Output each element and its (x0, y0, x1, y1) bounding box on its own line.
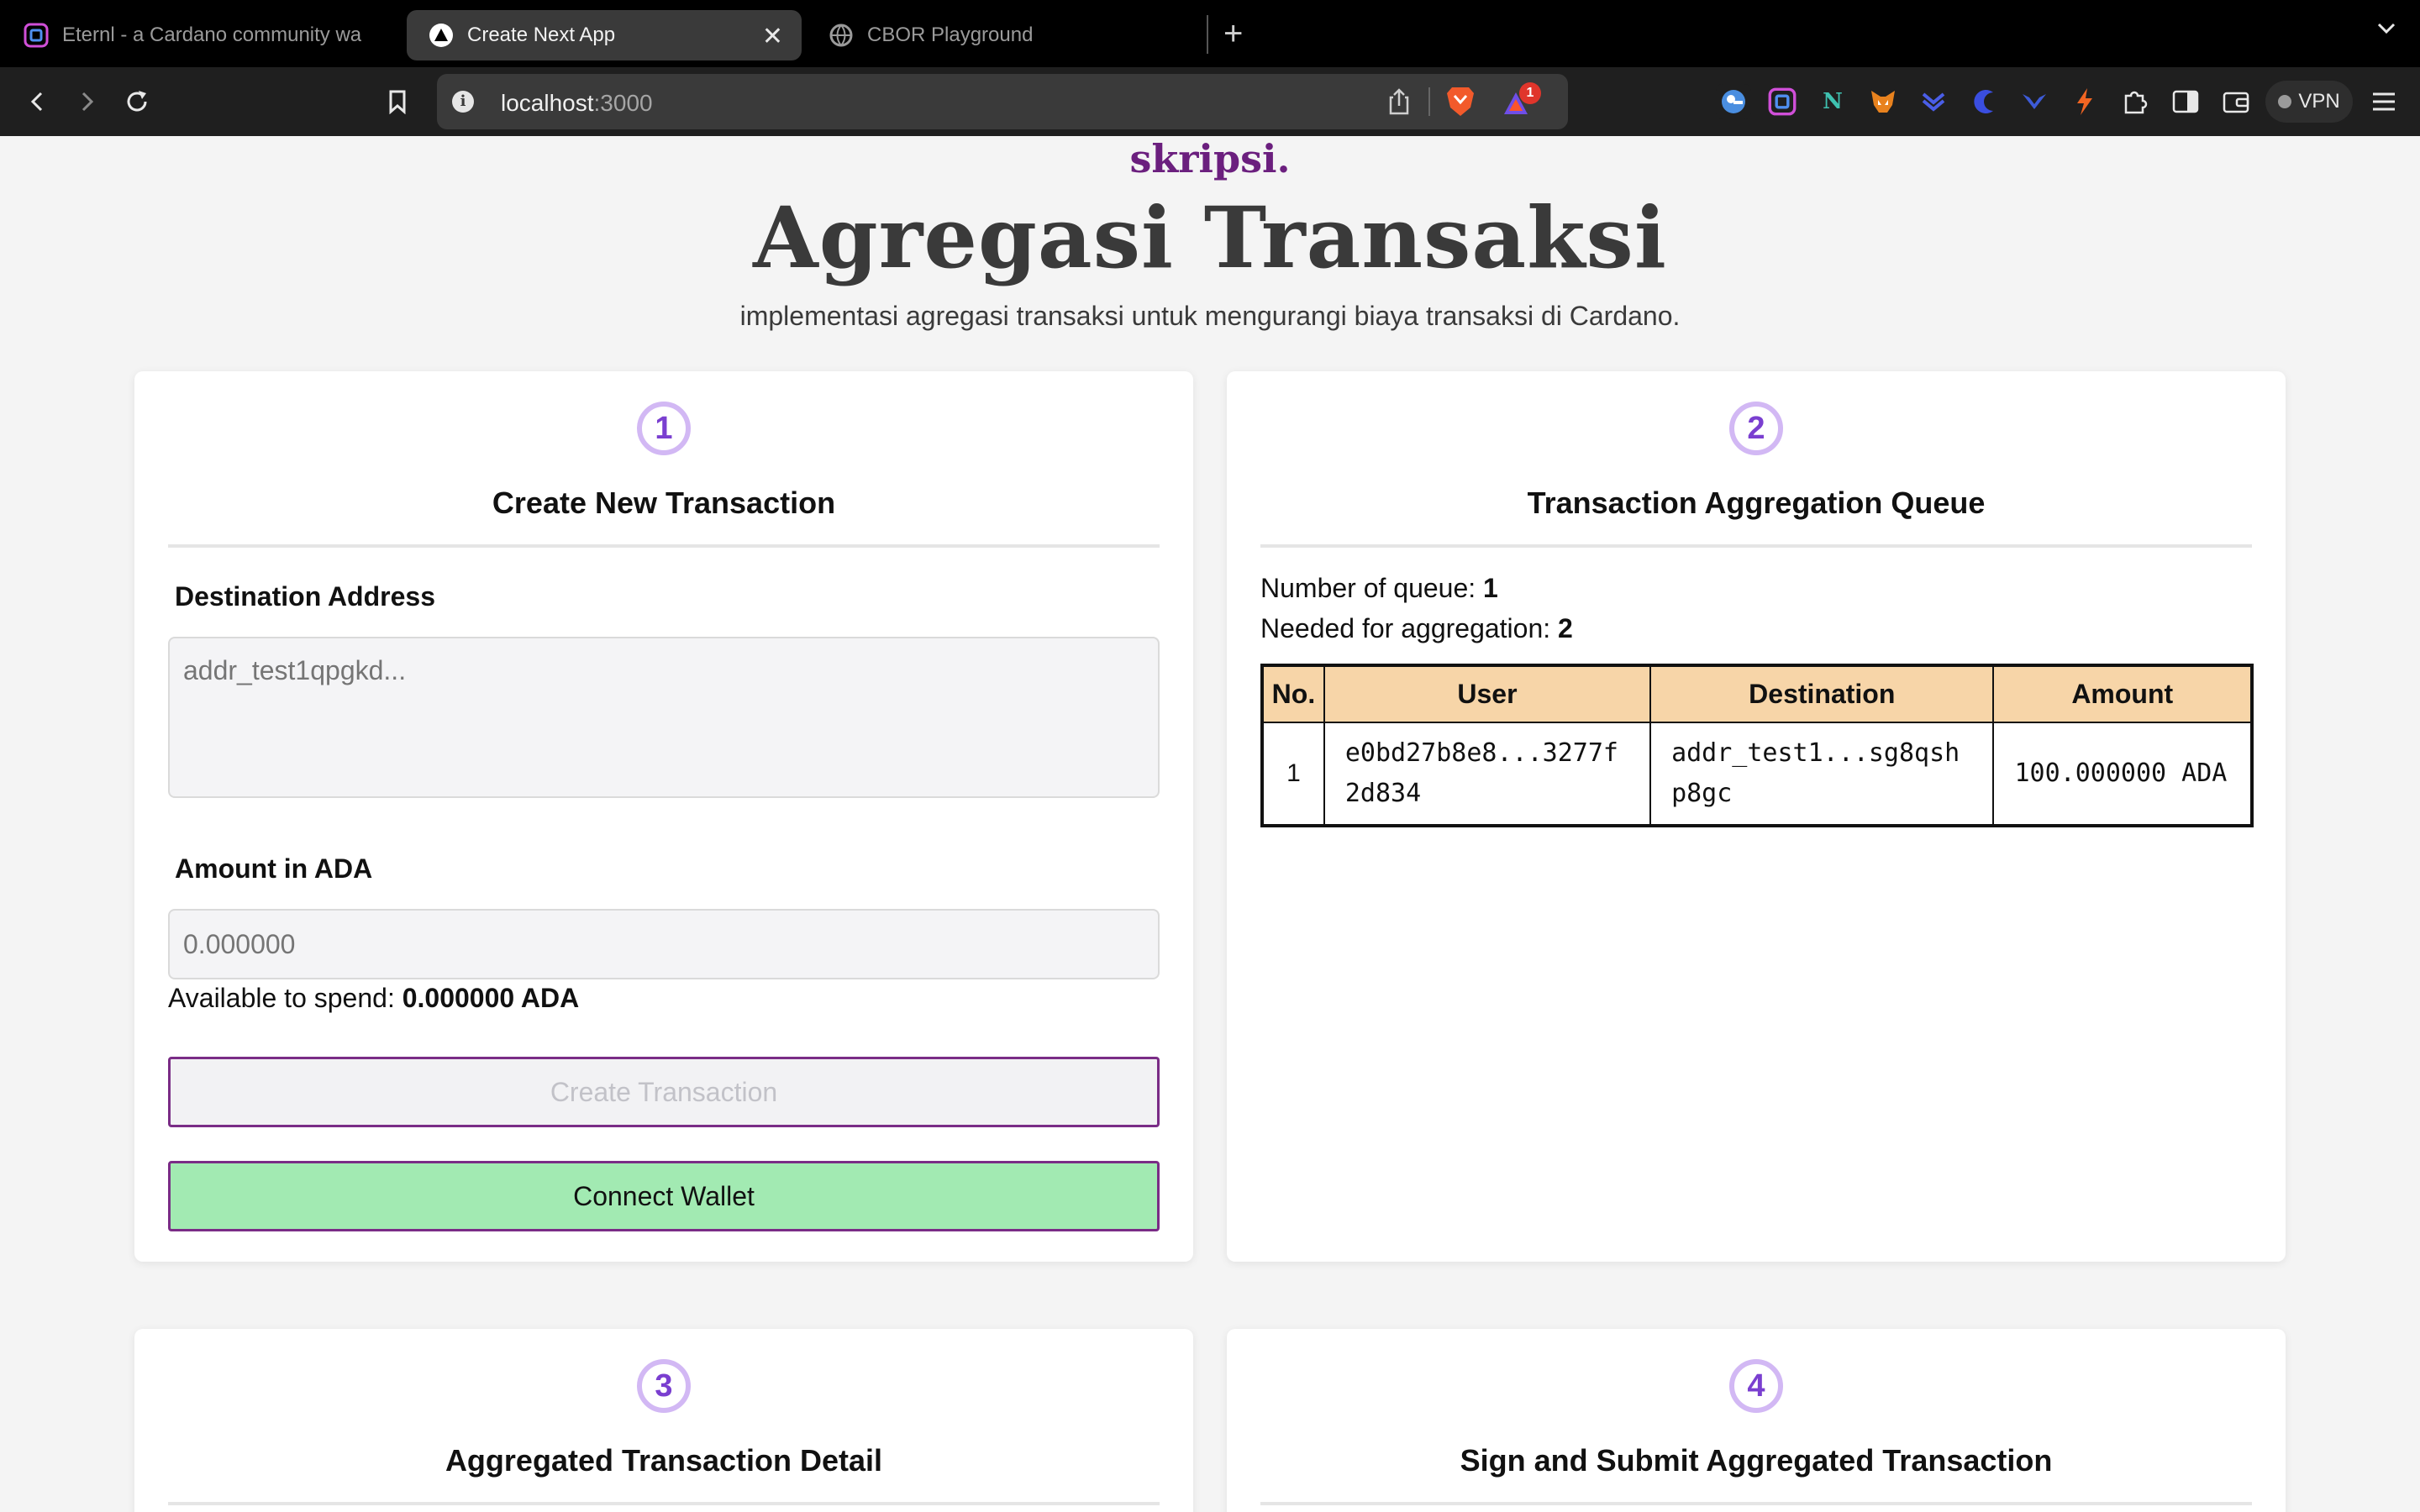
queue-count-value: 1 (1483, 573, 1498, 603)
card-divider (1260, 544, 2252, 548)
column-header-user: User (1323, 664, 1652, 723)
reload-icon[interactable] (118, 82, 156, 121)
back-icon[interactable] (18, 82, 57, 121)
sidebar-toggle-icon[interactable] (2168, 84, 2203, 119)
create-transaction-card: 1 Create New Transaction Destination Add… (134, 371, 1193, 1262)
extensions-puzzle-icon[interactable] (2118, 84, 2153, 119)
queue-count: Number of queue: 1 (1260, 573, 1498, 604)
destination-address-label: Destination Address (175, 581, 435, 612)
close-tab-icon[interactable]: ✕ (762, 22, 783, 51)
connect-wallet-button[interactable]: Connect Wallet (168, 1161, 1160, 1231)
column-header-amount: Amount (1992, 664, 2253, 723)
step-badge-1: 1 (637, 402, 691, 455)
wallet-icon[interactable] (2218, 84, 2254, 119)
aggregation-queue-card: 2 Transaction Aggregation Queue Number o… (1227, 371, 2286, 1262)
typhon-extension-icon[interactable] (2017, 84, 2052, 119)
browser-toolbar: i localhost:3000 1 N VPN (0, 67, 2420, 136)
new-tab-icon[interactable]: + (1223, 13, 1243, 54)
vpn-label: VPN (2298, 90, 2340, 113)
queue-table-header: No. User Destination Amount (1261, 664, 2253, 723)
column-header-destination: Destination (1649, 664, 1995, 723)
lace-extension-icon[interactable] (1966, 84, 2002, 119)
row-destination: addr_test1...sg8qshp8gc (1649, 722, 1995, 827)
available-label: Available to spend: (168, 983, 402, 1013)
share-icon[interactable] (1386, 87, 1412, 120)
row-number: 1 (1261, 722, 1325, 827)
card-divider (1260, 1502, 2252, 1505)
brave-shields-icon[interactable] (1445, 86, 1476, 122)
address-bar-separator (1428, 87, 1430, 116)
globe-icon (829, 23, 854, 48)
destination-address-input[interactable] (168, 637, 1160, 798)
brand-logo-text: skripsi. (1129, 136, 1291, 181)
tab-eternl-label: Eternl - a Cardano community wa (62, 24, 362, 46)
chevron-down-icon[interactable] (2375, 17, 2398, 45)
nextjs-triangle-icon (429, 23, 454, 48)
aggregated-detail-card: 3 Aggregated Transaction Detail (134, 1329, 1193, 1512)
gerowallet-extension-icon[interactable] (2067, 84, 2102, 119)
brave-rewards-icon[interactable]: 1 (1501, 82, 1541, 123)
url-host: localhost (501, 90, 594, 116)
aggregation-queue-title: Transaction Aggregation Queue (1527, 486, 1986, 520)
queue-table: No. User Destination Amount 1 e0bd27b8e8… (1260, 664, 2254, 827)
vpn-button[interactable]: VPN (2265, 81, 2353, 123)
tab-cbor-playground-label: CBOR Playground (867, 24, 1034, 46)
card-divider (168, 544, 1160, 548)
tab-create-next-app[interactable]: Create Next App ✕ (407, 10, 802, 60)
sign-submit-title: Sign and Submit Aggregated Transaction (1460, 1443, 2053, 1478)
nami-extension-icon[interactable]: N (1815, 84, 1850, 119)
rewards-badge: 1 (1519, 82, 1541, 104)
eternl-extension-icon[interactable] (1765, 84, 1800, 119)
available-to-spend: Available to spend: 0.000000 ADA (168, 983, 579, 1014)
table-row: 1 e0bd27b8e8...3277f2d834 addr_test1...s… (1261, 722, 2253, 827)
metamask-extension-icon[interactable] (1865, 84, 1901, 119)
step-badge-4: 4 (1729, 1359, 1783, 1413)
tab-create-next-app-label: Create Next App (467, 24, 616, 46)
row-amount: 100.000000 ADA (1992, 722, 2253, 827)
amount-label: Amount in ADA (175, 853, 373, 884)
page-title: Agregasi Transaksi (753, 188, 1667, 287)
eternl-icon (24, 23, 49, 48)
page-content: skripsi. Agregasi Transaksi implementasi… (0, 136, 2420, 1512)
amount-input[interactable] (168, 909, 1160, 979)
card-divider (168, 1502, 1160, 1505)
column-header-no: No. (1261, 664, 1325, 723)
address-bar[interactable]: i localhost:3000 1 (437, 74, 1568, 129)
sign-submit-card: 4 Sign and Submit Aggregated Transaction (1227, 1329, 2286, 1512)
flint-extension-icon[interactable] (1916, 84, 1951, 119)
needed-label: Needed for aggregation: (1260, 613, 1559, 643)
tab-separator (1207, 15, 1208, 54)
needed-for-aggregation: Needed for aggregation: 2 (1260, 613, 1573, 644)
needed-value: 2 (1558, 613, 1573, 643)
site-info-icon[interactable]: i (452, 91, 474, 113)
vpn-status-icon (2278, 95, 2292, 108)
queue-count-label: Number of queue: (1260, 573, 1484, 603)
step-badge-3: 3 (637, 1359, 691, 1413)
forward-icon[interactable] (67, 82, 106, 121)
aggregated-detail-title: Aggregated Transaction Detail (445, 1443, 883, 1478)
browser-tab-strip: Eternl - a Cardano community wa Create N… (0, 0, 2420, 67)
tab-eternl[interactable]: Eternl - a Cardano community wa (24, 10, 385, 60)
bookmark-icon[interactable] (378, 82, 417, 121)
create-transaction-title: Create New Transaction (492, 486, 836, 520)
available-value: 0.000000 ADA (402, 983, 580, 1013)
url-port: :3000 (593, 90, 653, 116)
row-user: e0bd27b8e8...3277f2d834 (1323, 722, 1652, 827)
menu-hamburger-icon[interactable] (2366, 84, 2402, 119)
create-transaction-button[interactable]: Create Transaction (168, 1057, 1160, 1127)
page-subtitle: implementasi agregasi transaksi untuk me… (739, 301, 1681, 331)
password-manager-extension-icon[interactable] (1716, 84, 1751, 119)
step-badge-2: 2 (1729, 402, 1783, 455)
address-url: localhost:3000 (501, 90, 653, 117)
tab-cbor-playground[interactable]: CBOR Playground (829, 10, 1181, 60)
